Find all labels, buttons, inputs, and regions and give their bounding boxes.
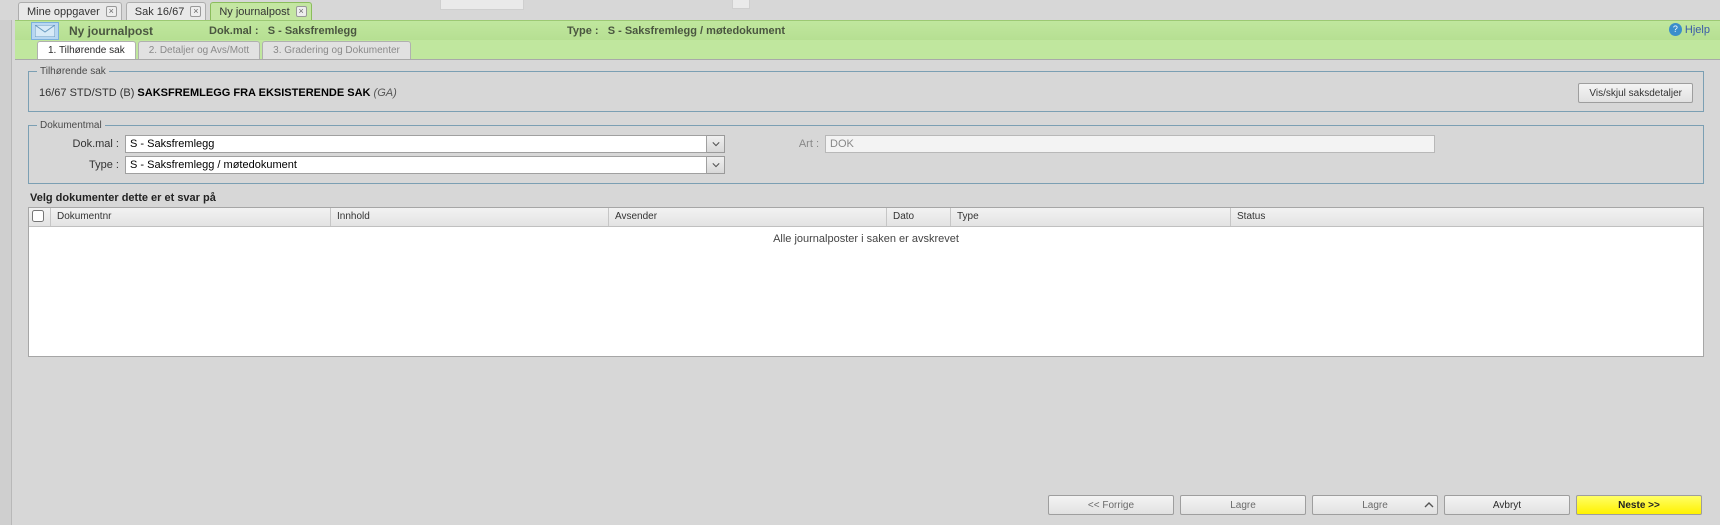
dokmal-input[interactable] bbox=[125, 135, 707, 153]
wizard-step-tabs: 1. Tilhørende sak 2. Detaljer og Avs/Mot… bbox=[15, 40, 1720, 60]
step-label: 1. Tilhørende sak bbox=[48, 45, 125, 56]
dokmal-fieldset: Dokumentmal Dok.mal : Art : Type : bbox=[28, 120, 1704, 184]
case-title: SAKSFREMLEGG FRA EKSISTERENDE SAK bbox=[137, 87, 370, 99]
app-tab-bar: Mine oppgaver × Sak 16/67 × Ny journalpo… bbox=[0, 0, 1720, 20]
step-label: 2. Detaljer og Avs/Mott bbox=[149, 45, 249, 56]
header-type-value: S - Saksfremlegg / møtedokument bbox=[608, 25, 785, 37]
save-split-label: Lagre bbox=[1362, 500, 1388, 511]
step-label: 3. Gradering og Dokumenter bbox=[273, 45, 400, 56]
documents-table: Dokumentnr Innhold Avsender Dato Type St… bbox=[28, 207, 1704, 357]
case-suffix: (GA) bbox=[374, 87, 397, 99]
chevron-up-icon[interactable] bbox=[1424, 500, 1434, 513]
header-dokmal: Dok.mal : S - Saksfremlegg bbox=[209, 25, 357, 37]
mail-icon bbox=[31, 22, 59, 40]
type-input[interactable] bbox=[125, 156, 707, 174]
toggle-case-details-button[interactable]: Vis/skjul saksdetaljer bbox=[1578, 83, 1693, 103]
app-tab-case[interactable]: Sak 16/67 × bbox=[126, 2, 207, 20]
cancel-button[interactable]: Avbryt bbox=[1444, 495, 1570, 515]
col-status[interactable]: Status bbox=[1231, 208, 1703, 226]
wizard-action-bar: << Forrige Lagre Lagre Avbryt Neste >> bbox=[0, 495, 1720, 515]
header-type: Type : S - Saksfremlegg / møtedokument bbox=[567, 25, 785, 37]
toolbar-icon bbox=[732, 0, 750, 9]
reply-section-title: Velg dokumenter dette er et svar på bbox=[30, 192, 1704, 204]
col-innhold[interactable]: Innhold bbox=[331, 208, 609, 226]
prev-button[interactable]: << Forrige bbox=[1048, 495, 1174, 515]
app-tab-new-journal[interactable]: Ny journalpost × bbox=[210, 2, 311, 20]
app-tab-my-tasks[interactable]: Mine oppgaver × bbox=[18, 2, 122, 20]
dokmal-legend: Dokumentmal bbox=[37, 120, 105, 131]
case-text: 16/67 STD/STD (B) SAKSFREMLEGG FRA EKSIS… bbox=[39, 87, 397, 99]
save-split-button[interactable]: Lagre bbox=[1312, 495, 1438, 515]
case-prefix: 16/67 STD/STD (B) bbox=[39, 87, 134, 99]
step-tab-2[interactable]: 2. Detaljer og Avs/Mott bbox=[138, 41, 260, 59]
left-rail bbox=[0, 0, 12, 525]
type-select[interactable] bbox=[125, 156, 725, 174]
art-input bbox=[825, 135, 1435, 153]
chevron-down-icon[interactable] bbox=[707, 156, 725, 174]
table-header: Dokumentnr Innhold Avsender Dato Type St… bbox=[29, 208, 1703, 227]
select-all-checkbox[interactable] bbox=[32, 210, 44, 222]
col-avsender[interactable]: Avsender bbox=[609, 208, 887, 226]
page-title: Ny journalpost bbox=[69, 24, 199, 38]
help-link[interactable]: ? Hjelp bbox=[1669, 23, 1710, 36]
close-icon[interactable]: × bbox=[190, 6, 201, 17]
empty-message: Alle journalposter i saken er avskrevet bbox=[773, 233, 959, 245]
table-body: Alle journalposter i saken er avskrevet bbox=[29, 227, 1703, 356]
dokmal-select[interactable] bbox=[125, 135, 725, 153]
case-legend: Tilhørende sak bbox=[37, 66, 109, 77]
close-icon[interactable]: × bbox=[296, 6, 307, 17]
step-tab-3[interactable]: 3. Gradering og Dokumenter bbox=[262, 41, 411, 59]
content-area: Tilhørende sak 16/67 STD/STD (B) SAKSFRE… bbox=[0, 60, 1720, 357]
app-tab-label: Mine oppgaver bbox=[27, 6, 100, 18]
toolbar-button-disabled bbox=[440, 0, 524, 10]
app-tab-label: Ny journalpost bbox=[219, 6, 289, 18]
art-field-label: Art : bbox=[785, 138, 825, 150]
page-header: Ny journalpost Dok.mal : S - Saksfremleg… bbox=[15, 20, 1720, 40]
select-all-column[interactable] bbox=[29, 208, 51, 226]
app-tab-label: Sak 16/67 bbox=[135, 6, 185, 18]
header-dokmal-value: S - Saksfremlegg bbox=[268, 25, 357, 37]
header-dokmal-label: Dok.mal : bbox=[209, 25, 259, 37]
col-dato[interactable]: Dato bbox=[887, 208, 951, 226]
case-fieldset: Tilhørende sak 16/67 STD/STD (B) SAKSFRE… bbox=[28, 66, 1704, 112]
save-button[interactable]: Lagre bbox=[1180, 495, 1306, 515]
close-icon[interactable]: × bbox=[106, 6, 117, 17]
header-type-label: Type : bbox=[567, 25, 599, 37]
chevron-down-icon[interactable] bbox=[707, 135, 725, 153]
dokmal-field-label: Dok.mal : bbox=[37, 138, 125, 150]
help-label: Hjelp bbox=[1685, 24, 1710, 36]
col-dokumentnr[interactable]: Dokumentnr bbox=[51, 208, 331, 226]
type-field-label: Type : bbox=[37, 159, 125, 171]
next-button[interactable]: Neste >> bbox=[1576, 495, 1702, 515]
col-type[interactable]: Type bbox=[951, 208, 1231, 226]
help-icon: ? bbox=[1669, 23, 1682, 36]
step-tab-1[interactable]: 1. Tilhørende sak bbox=[37, 41, 136, 59]
